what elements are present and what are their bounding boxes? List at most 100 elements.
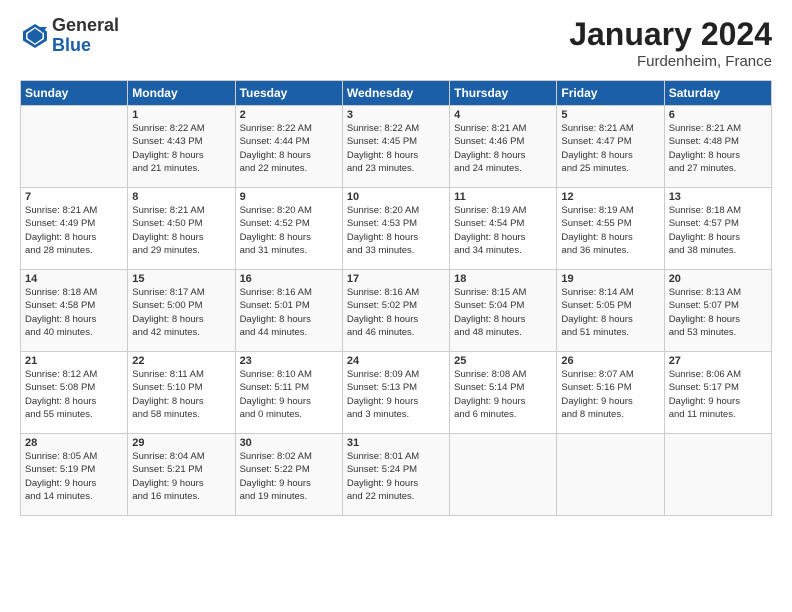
week-row-5: 28Sunrise: 8:05 AMSunset: 5:19 PMDayligh… [21, 434, 772, 516]
calendar-header: SundayMondayTuesdayWednesdayThursdayFrid… [21, 81, 772, 106]
day-info: Sunrise: 8:16 AMSunset: 5:01 PMDaylight:… [240, 286, 338, 339]
day-cell: 14Sunrise: 8:18 AMSunset: 4:58 PMDayligh… [21, 270, 128, 352]
day-cell: 13Sunrise: 8:18 AMSunset: 4:57 PMDayligh… [664, 188, 771, 270]
main-container: General Blue January 2024 Furdenheim, Fr… [0, 0, 792, 526]
calendar-table: SundayMondayTuesdayWednesdayThursdayFrid… [20, 80, 772, 516]
day-info: Sunrise: 8:14 AMSunset: 5:05 PMDaylight:… [561, 286, 659, 339]
day-number: 20 [669, 273, 767, 285]
header-cell-wednesday: Wednesday [342, 81, 449, 106]
day-number: 26 [561, 355, 659, 367]
day-info: Sunrise: 8:06 AMSunset: 5:17 PMDaylight:… [669, 368, 767, 421]
day-number: 19 [561, 273, 659, 285]
day-cell: 20Sunrise: 8:13 AMSunset: 5:07 PMDayligh… [664, 270, 771, 352]
day-number: 23 [240, 355, 338, 367]
day-info: Sunrise: 8:13 AMSunset: 5:07 PMDaylight:… [669, 286, 767, 339]
day-cell: 2Sunrise: 8:22 AMSunset: 4:44 PMDaylight… [235, 106, 342, 188]
day-info: Sunrise: 8:20 AMSunset: 4:53 PMDaylight:… [347, 204, 445, 257]
day-info: Sunrise: 8:19 AMSunset: 4:55 PMDaylight:… [561, 204, 659, 257]
day-cell: 25Sunrise: 8:08 AMSunset: 5:14 PMDayligh… [450, 352, 557, 434]
header-row: SundayMondayTuesdayWednesdayThursdayFrid… [21, 81, 772, 106]
day-cell: 21Sunrise: 8:12 AMSunset: 5:08 PMDayligh… [21, 352, 128, 434]
day-info: Sunrise: 8:21 AMSunset: 4:49 PMDaylight:… [25, 204, 123, 257]
day-cell: 6Sunrise: 8:21 AMSunset: 4:48 PMDaylight… [664, 106, 771, 188]
day-cell: 9Sunrise: 8:20 AMSunset: 4:52 PMDaylight… [235, 188, 342, 270]
day-cell: 7Sunrise: 8:21 AMSunset: 4:49 PMDaylight… [21, 188, 128, 270]
day-info: Sunrise: 8:21 AMSunset: 4:48 PMDaylight:… [669, 122, 767, 175]
header-cell-saturday: Saturday [664, 81, 771, 106]
logo-text: General Blue [52, 16, 119, 56]
day-info: Sunrise: 8:16 AMSunset: 5:02 PMDaylight:… [347, 286, 445, 339]
day-cell: 10Sunrise: 8:20 AMSunset: 4:53 PMDayligh… [342, 188, 449, 270]
day-cell: 23Sunrise: 8:10 AMSunset: 5:11 PMDayligh… [235, 352, 342, 434]
day-info: Sunrise: 8:12 AMSunset: 5:08 PMDaylight:… [25, 368, 123, 421]
logo-icon [20, 21, 50, 51]
header-cell-thursday: Thursday [450, 81, 557, 106]
day-info: Sunrise: 8:22 AMSunset: 4:45 PMDaylight:… [347, 122, 445, 175]
day-number: 4 [454, 109, 552, 121]
day-cell: 24Sunrise: 8:09 AMSunset: 5:13 PMDayligh… [342, 352, 449, 434]
day-number: 27 [669, 355, 767, 367]
day-info: Sunrise: 8:18 AMSunset: 4:57 PMDaylight:… [669, 204, 767, 257]
day-number: 25 [454, 355, 552, 367]
day-number: 16 [240, 273, 338, 285]
day-number: 17 [347, 273, 445, 285]
day-info: Sunrise: 8:21 AMSunset: 4:46 PMDaylight:… [454, 122, 552, 175]
day-number: 21 [25, 355, 123, 367]
day-number: 3 [347, 109, 445, 121]
day-cell: 8Sunrise: 8:21 AMSunset: 4:50 PMDaylight… [128, 188, 235, 270]
day-cell: 3Sunrise: 8:22 AMSunset: 4:45 PMDaylight… [342, 106, 449, 188]
header-cell-monday: Monday [128, 81, 235, 106]
week-row-3: 14Sunrise: 8:18 AMSunset: 4:58 PMDayligh… [21, 270, 772, 352]
day-cell: 15Sunrise: 8:17 AMSunset: 5:00 PMDayligh… [128, 270, 235, 352]
day-number: 7 [25, 191, 123, 203]
day-info: Sunrise: 8:07 AMSunset: 5:16 PMDaylight:… [561, 368, 659, 421]
calendar-body: 1Sunrise: 8:22 AMSunset: 4:43 PMDaylight… [21, 106, 772, 516]
week-row-4: 21Sunrise: 8:12 AMSunset: 5:08 PMDayligh… [21, 352, 772, 434]
day-info: Sunrise: 8:19 AMSunset: 4:54 PMDaylight:… [454, 204, 552, 257]
day-number: 9 [240, 191, 338, 203]
day-number: 31 [347, 437, 445, 449]
location: Furdenheim, France [569, 53, 772, 70]
day-info: Sunrise: 8:22 AMSunset: 4:43 PMDaylight:… [132, 122, 230, 175]
day-cell [21, 106, 128, 188]
month-title: January 2024 [569, 16, 772, 53]
day-cell: 19Sunrise: 8:14 AMSunset: 5:05 PMDayligh… [557, 270, 664, 352]
day-number: 29 [132, 437, 230, 449]
day-cell: 31Sunrise: 8:01 AMSunset: 5:24 PMDayligh… [342, 434, 449, 516]
day-number: 1 [132, 109, 230, 121]
header: General Blue January 2024 Furdenheim, Fr… [20, 16, 772, 70]
day-cell: 29Sunrise: 8:04 AMSunset: 5:21 PMDayligh… [128, 434, 235, 516]
day-info: Sunrise: 8:10 AMSunset: 5:11 PMDaylight:… [240, 368, 338, 421]
day-info: Sunrise: 8:11 AMSunset: 5:10 PMDaylight:… [132, 368, 230, 421]
day-number: 30 [240, 437, 338, 449]
day-number: 15 [132, 273, 230, 285]
day-cell [557, 434, 664, 516]
day-info: Sunrise: 8:15 AMSunset: 5:04 PMDaylight:… [454, 286, 552, 339]
day-number: 5 [561, 109, 659, 121]
day-info: Sunrise: 8:04 AMSunset: 5:21 PMDaylight:… [132, 450, 230, 503]
day-cell: 26Sunrise: 8:07 AMSunset: 5:16 PMDayligh… [557, 352, 664, 434]
day-info: Sunrise: 8:08 AMSunset: 5:14 PMDaylight:… [454, 368, 552, 421]
day-info: Sunrise: 8:18 AMSunset: 4:58 PMDaylight:… [25, 286, 123, 339]
day-number: 24 [347, 355, 445, 367]
day-number: 22 [132, 355, 230, 367]
day-info: Sunrise: 8:21 AMSunset: 4:50 PMDaylight:… [132, 204, 230, 257]
day-number: 18 [454, 273, 552, 285]
day-info: Sunrise: 8:22 AMSunset: 4:44 PMDaylight:… [240, 122, 338, 175]
week-row-1: 1Sunrise: 8:22 AMSunset: 4:43 PMDaylight… [21, 106, 772, 188]
day-cell: 1Sunrise: 8:22 AMSunset: 4:43 PMDaylight… [128, 106, 235, 188]
day-cell: 12Sunrise: 8:19 AMSunset: 4:55 PMDayligh… [557, 188, 664, 270]
logo-blue: Blue [52, 36, 119, 56]
day-number: 12 [561, 191, 659, 203]
day-info: Sunrise: 8:20 AMSunset: 4:52 PMDaylight:… [240, 204, 338, 257]
header-cell-friday: Friday [557, 81, 664, 106]
day-number: 28 [25, 437, 123, 449]
day-cell [664, 434, 771, 516]
day-number: 10 [347, 191, 445, 203]
day-cell: 11Sunrise: 8:19 AMSunset: 4:54 PMDayligh… [450, 188, 557, 270]
title-block: January 2024 Furdenheim, France [569, 16, 772, 70]
header-cell-tuesday: Tuesday [235, 81, 342, 106]
day-info: Sunrise: 8:09 AMSunset: 5:13 PMDaylight:… [347, 368, 445, 421]
day-info: Sunrise: 8:02 AMSunset: 5:22 PMDaylight:… [240, 450, 338, 503]
day-info: Sunrise: 8:17 AMSunset: 5:00 PMDaylight:… [132, 286, 230, 339]
